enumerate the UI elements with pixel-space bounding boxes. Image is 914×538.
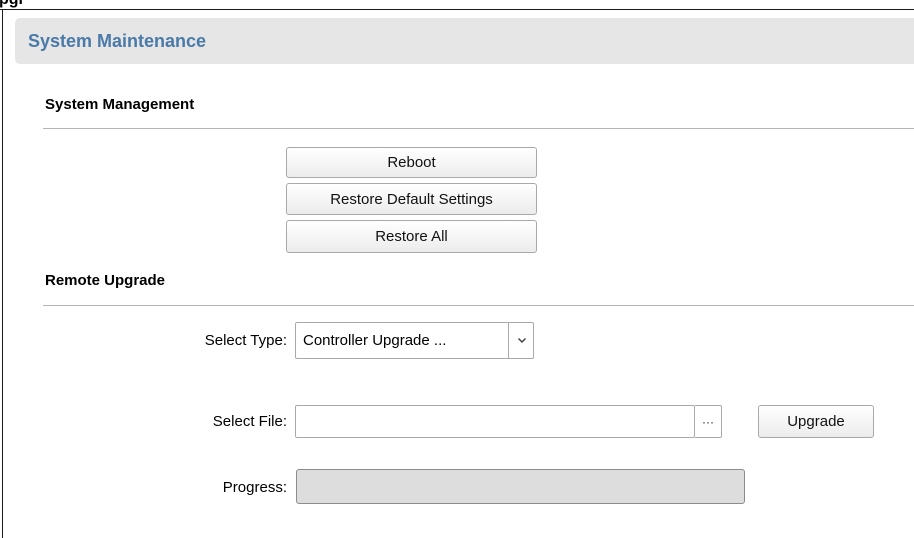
select-file-label: Select File: <box>212 413 287 430</box>
dropdown-separator <box>508 323 509 358</box>
restore-all-button[interactable]: Restore All <box>286 220 537 253</box>
restore-default-settings-button[interactable]: Restore Default Settings <box>286 183 537 215</box>
chevron-down-icon[interactable] <box>511 323 533 358</box>
section-title-system-management: System Management <box>45 96 195 113</box>
page-title: System Maintenance <box>28 31 207 51</box>
section-divider <box>43 305 914 306</box>
progress-bar <box>296 469 745 504</box>
section-divider <box>43 128 914 129</box>
ellipsis-icon[interactable]: ··· <box>695 405 722 438</box>
panel-header: System Maintenance <box>15 18 914 64</box>
top-border <box>0 9 914 10</box>
left-border <box>2 9 3 538</box>
select-type-value: Controller Upgrade ... <box>303 332 447 349</box>
select-type-dropdown[interactable]: Controller Upgrade ... <box>295 322 534 359</box>
select-type-label: Select Type: <box>204 332 287 349</box>
progress-label: Progress: <box>222 479 287 496</box>
reboot-button[interactable]: Reboot <box>286 147 537 178</box>
upgrade-button[interactable]: Upgrade <box>758 405 874 438</box>
cropped-heading-fragment: pgr <box>0 0 25 8</box>
select-file-input[interactable] <box>295 405 695 438</box>
section-title-remote-upgrade: Remote Upgrade <box>45 272 166 289</box>
